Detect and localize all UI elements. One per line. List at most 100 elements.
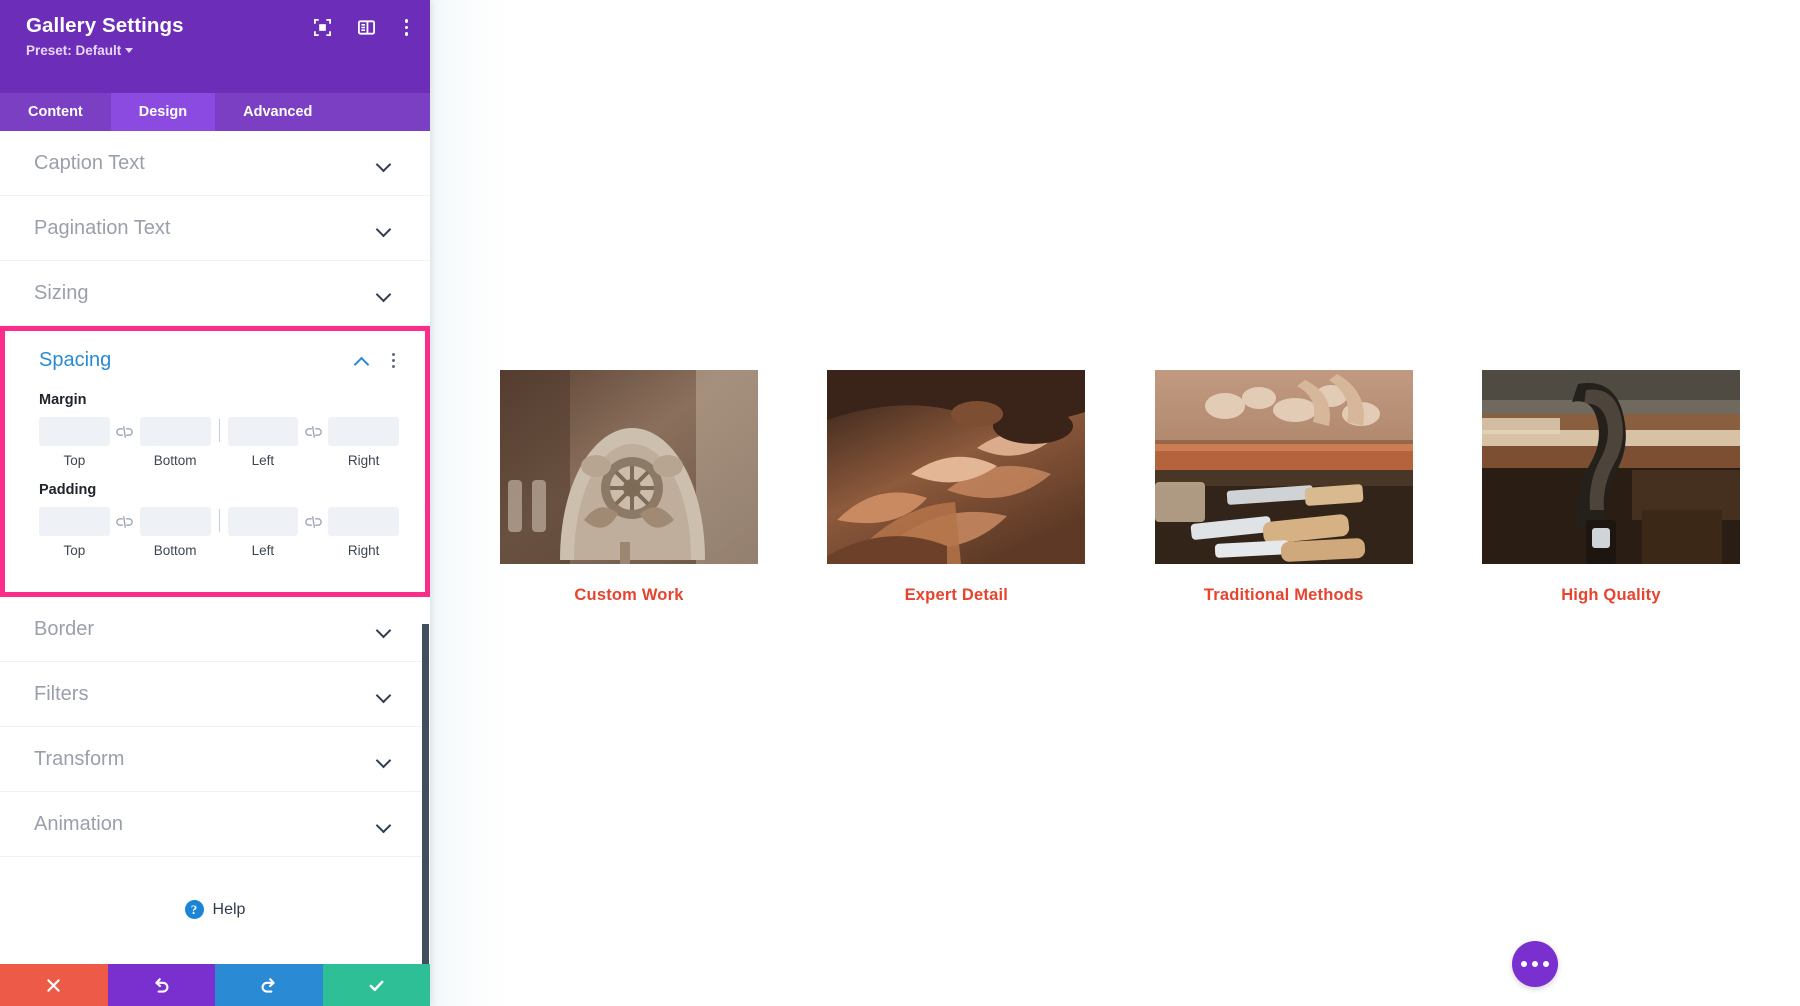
panel-action-bar bbox=[0, 964, 430, 1006]
padding-right-input[interactable] bbox=[328, 507, 399, 536]
padding-top-field: Top bbox=[39, 507, 110, 558]
focus-icon[interactable] bbox=[313, 18, 332, 37]
section-filters[interactable]: Filters bbox=[0, 662, 430, 727]
gallery-image-expert-detail[interactable] bbox=[827, 370, 1086, 564]
section-animation[interactable]: Animation bbox=[0, 792, 430, 857]
padding-bottom-input[interactable] bbox=[139, 507, 211, 536]
gallery-caption: Expert Detail bbox=[904, 586, 1009, 604]
padding-right-field: Right bbox=[328, 507, 399, 558]
gallery-module: Custom Work Expert Detail Traditional Me… bbox=[500, 370, 1740, 605]
broken-link-icon[interactable] bbox=[298, 417, 328, 446]
section-caption-text[interactable]: Caption Text bbox=[0, 131, 430, 196]
margin-right-field: Right bbox=[328, 417, 399, 468]
padding-bottom-field: Bottom bbox=[139, 507, 211, 558]
margin-group-label: Margin bbox=[39, 392, 87, 408]
chevron-up-icon[interactable] bbox=[355, 356, 370, 365]
padding-left-label: Left bbox=[251, 543, 275, 558]
layout-icon[interactable] bbox=[357, 18, 376, 37]
margin-bottom-input[interactable] bbox=[139, 417, 211, 446]
chevron-down-icon bbox=[377, 224, 392, 233]
section-spacing-highlight: Spacing Margin Top Bottom Left Right Pad… bbox=[0, 326, 430, 597]
tab-design[interactable]: Design bbox=[110, 93, 216, 131]
preset-label: Preset: Default bbox=[26, 42, 122, 58]
spacing-header-icons bbox=[355, 351, 399, 371]
panel-header-icons bbox=[313, 17, 413, 38]
redo-icon bbox=[261, 977, 275, 993]
ellipsis-dot-icon bbox=[1521, 961, 1527, 967]
chevron-down-icon bbox=[377, 159, 392, 168]
cancel-button[interactable] bbox=[0, 964, 108, 1006]
section-label: Pagination Text bbox=[34, 216, 171, 239]
gallery-item[interactable]: Custom Work bbox=[500, 370, 758, 605]
padding-bottom-label: Bottom bbox=[153, 543, 197, 558]
preset-selector[interactable]: Preset: Default bbox=[26, 42, 134, 58]
chevron-down-icon bbox=[377, 820, 392, 829]
margin-bottom-label: Bottom bbox=[153, 453, 197, 468]
padding-top-label: Top bbox=[63, 543, 86, 558]
chevron-down-icon bbox=[377, 690, 392, 699]
field-divider bbox=[218, 419, 220, 442]
kebab-menu-icon[interactable] bbox=[401, 17, 413, 38]
padding-left-field: Left bbox=[227, 507, 299, 558]
padding-right-label: Right bbox=[347, 543, 380, 558]
broken-link-icon[interactable] bbox=[298, 507, 328, 536]
gallery-image-custom-work[interactable] bbox=[500, 370, 758, 564]
broken-link-icon[interactable] bbox=[110, 417, 140, 446]
margin-top-input[interactable] bbox=[39, 417, 110, 446]
section-label: Sizing bbox=[34, 281, 89, 304]
app-screen: Custom Work Expert Detail Traditional Me… bbox=[0, 0, 1800, 1006]
margin-right-input[interactable] bbox=[328, 417, 399, 446]
margin-bottom-field: Bottom bbox=[139, 417, 211, 468]
scrollbar-thumb[interactable] bbox=[422, 624, 429, 964]
chevron-down-icon bbox=[377, 625, 392, 634]
gallery-image-high-quality[interactable] bbox=[1481, 370, 1740, 564]
page-settings-fab[interactable] bbox=[1512, 941, 1558, 987]
kebab-menu-icon[interactable] bbox=[388, 351, 399, 371]
section-transform[interactable]: Transform bbox=[0, 727, 430, 792]
section-pagination-text[interactable]: Pagination Text bbox=[0, 196, 430, 261]
undo-button[interactable] bbox=[107, 964, 215, 1006]
padding-top-bottom-pair: Top Bottom bbox=[39, 507, 211, 558]
padding-left-input[interactable] bbox=[227, 507, 299, 536]
gallery-caption: High Quality bbox=[1561, 586, 1661, 604]
gallery-item[interactable]: Traditional Methods bbox=[1154, 370, 1413, 605]
panel-header: Gallery Settings Preset: Default bbox=[0, 0, 430, 93]
gallery-settings-panel: Gallery Settings Preset: Default Content… bbox=[0, 0, 430, 1006]
close-icon bbox=[47, 978, 60, 992]
margin-top-field: Top bbox=[39, 417, 110, 468]
margin-left-label: Left bbox=[251, 453, 275, 468]
padding-left-right-pair: Left Right bbox=[227, 507, 399, 558]
gallery-caption: Traditional Methods bbox=[1203, 586, 1364, 604]
section-spacing: Spacing Margin Top Bottom Left Right Pad… bbox=[0, 331, 430, 592]
section-label: Transform bbox=[34, 747, 125, 770]
panel-scroll-body: Caption Text Pagination Text Sizing Spac… bbox=[0, 131, 430, 964]
margin-top-bottom-pair: Top Bottom bbox=[39, 417, 211, 468]
tab-content[interactable]: Content bbox=[0, 93, 111, 131]
gallery-image-traditional-methods[interactable] bbox=[1154, 370, 1413, 564]
panel-tabs: Content Design Advanced bbox=[0, 93, 430, 131]
margin-fields-row: Top Bottom Left Right bbox=[39, 417, 399, 468]
chevron-down-icon bbox=[125, 47, 134, 53]
panel-scrollbar[interactable] bbox=[422, 131, 430, 964]
section-border[interactable]: Border bbox=[0, 597, 430, 662]
save-button[interactable] bbox=[322, 964, 430, 1006]
gallery-item[interactable]: Expert Detail bbox=[827, 370, 1086, 605]
redo-button[interactable] bbox=[215, 964, 323, 1006]
padding-top-input[interactable] bbox=[39, 507, 110, 536]
spacing-header[interactable]: Spacing bbox=[39, 349, 399, 372]
padding-group-label: Padding bbox=[39, 482, 97, 498]
help-link[interactable]: ? Help bbox=[0, 857, 430, 962]
gallery-item[interactable]: High Quality bbox=[1481, 370, 1740, 605]
margin-left-input[interactable] bbox=[227, 417, 299, 446]
chevron-down-icon bbox=[377, 755, 392, 764]
field-divider bbox=[218, 509, 220, 532]
tab-advanced[interactable]: Advanced bbox=[215, 93, 340, 131]
section-label: Spacing bbox=[39, 349, 112, 371]
question-circle-icon: ? bbox=[184, 900, 204, 919]
section-sizing[interactable]: Sizing bbox=[0, 261, 430, 326]
padding-fields-row: Top Bottom Left Right bbox=[39, 507, 399, 558]
broken-link-icon[interactable] bbox=[110, 507, 140, 536]
canvas-left-fade bbox=[430, 0, 510, 1006]
check-icon bbox=[369, 980, 384, 991]
margin-left-right-pair: Left Right bbox=[227, 417, 399, 468]
